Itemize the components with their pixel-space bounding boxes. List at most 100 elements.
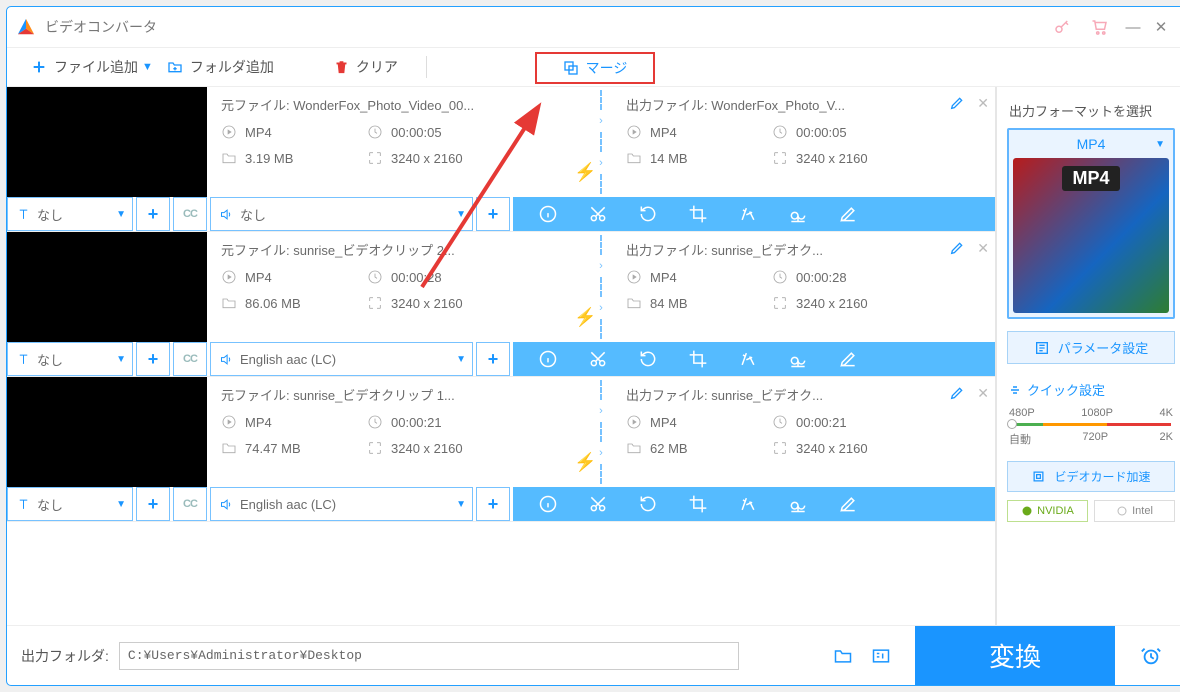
audio-select[interactable]: English aac (LC)▼ <box>210 487 473 521</box>
subtitle-select[interactable]: なし▼ <box>7 487 133 521</box>
source-size: 3.19 MB <box>221 150 341 166</box>
close-button[interactable]: ✕ <box>1147 18 1175 36</box>
bolt-icon: ⚡ <box>574 162 596 183</box>
format-thumbnail: MP4 <box>1013 158 1169 313</box>
info-tool[interactable] <box>537 348 559 370</box>
chevron-down-icon: ▼ <box>116 209 126 220</box>
edit-tool[interactable] <box>837 348 859 370</box>
add-subtitle-button[interactable]: + <box>136 487 170 521</box>
rotate-tool[interactable] <box>637 348 659 370</box>
clear-button[interactable]: クリア <box>324 53 408 81</box>
add-file-button[interactable]: ファイル追加 <box>21 53 148 81</box>
output-format: MP4 <box>626 269 746 285</box>
cc-button[interactable]: CC <box>173 342 207 376</box>
watermark-tool[interactable] <box>787 348 809 370</box>
output-settings-button[interactable] <box>867 642 895 670</box>
output-resolution: 3240 x 2160 <box>772 150 892 166</box>
source-file-label: 元ファイル: WonderFox_Photo_Video_00... <box>221 95 474 114</box>
cc-button[interactable]: CC <box>173 487 207 521</box>
quality-slider[interactable]: 480P 1080P 4K 自動 720P 2K <box>1007 407 1175 447</box>
source-file-label: 元ファイル: sunrise_ビデオクリップ 2... <box>221 240 455 259</box>
cart-icon[interactable] <box>1089 16 1111 38</box>
add-subtitle-button[interactable]: + <box>136 342 170 376</box>
effects-tool[interactable] <box>737 348 759 370</box>
rotate-tool[interactable] <box>637 203 659 225</box>
audio-select[interactable]: なし▼ <box>210 197 473 231</box>
add-audio-button[interactable]: + <box>476 342 510 376</box>
output-folder-input[interactable] <box>119 642 739 670</box>
video-thumbnail[interactable] <box>7 377 207 487</box>
intel-badge: Intel <box>1094 500 1175 522</box>
crop-tool[interactable] <box>687 348 709 370</box>
info-tool[interactable] <box>537 203 559 225</box>
output-duration: 00:00:28 <box>772 269 892 285</box>
source-resolution: 3240 x 2160 <box>367 150 487 166</box>
chevron-down-icon: ▼ <box>116 499 126 510</box>
add-folder-button[interactable]: フォルダ追加 <box>157 53 284 81</box>
output-size: 84 MB <box>626 295 746 311</box>
add-audio-button[interactable]: + <box>476 197 510 231</box>
add-subtitle-button[interactable]: + <box>136 197 170 231</box>
add-audio-button[interactable]: + <box>476 487 510 521</box>
chevron-down-icon: ▼ <box>1155 139 1165 150</box>
watermark-tool[interactable] <box>787 493 809 515</box>
chevron-down-icon: ▼ <box>456 499 466 510</box>
output-resolution: 3240 x 2160 <box>772 440 892 456</box>
output-folder-label: 出力フォルダ: <box>21 646 109 666</box>
chevron-down-icon: ▼ <box>456 354 466 365</box>
output-format-label: 出力フォーマットを選択 <box>1009 101 1175 120</box>
chevron-down-icon: ▼ <box>456 209 466 220</box>
source-format: MP4 <box>221 414 341 430</box>
cc-button[interactable]: CC <box>173 197 207 231</box>
minimize-button[interactable]: — <box>1119 19 1147 36</box>
alarm-button[interactable] <box>1131 645 1171 667</box>
quick-settings-label: クイック設定 <box>1009 380 1175 399</box>
info-tool[interactable] <box>537 493 559 515</box>
open-folder-button[interactable] <box>829 642 857 670</box>
subtitle-select[interactable]: なし▼ <box>7 342 133 376</box>
add-file-dropdown[interactable]: ▼ <box>142 61 153 73</box>
cut-tool[interactable] <box>587 493 609 515</box>
chevron-down-icon: ▼ <box>116 354 126 365</box>
output-file-label: 出力ファイル: WonderFox_Photo_V... <box>626 95 845 114</box>
output-resolution: 3240 x 2160 <box>772 295 892 311</box>
merge-button[interactable]: マージ <box>535 52 655 84</box>
crop-tool[interactable] <box>687 493 709 515</box>
effects-tool[interactable] <box>737 203 759 225</box>
source-resolution: 3240 x 2160 <box>367 440 487 456</box>
video-thumbnail[interactable] <box>7 87 207 197</box>
watermark-tool[interactable] <box>787 203 809 225</box>
window-title: ビデオコンバータ <box>45 17 157 37</box>
edit-tool[interactable] <box>837 203 859 225</box>
remove-item-button[interactable]: ✕ <box>977 240 989 257</box>
effects-tool[interactable] <box>737 493 759 515</box>
remove-item-button[interactable]: ✕ <box>977 95 989 112</box>
remove-item-button[interactable]: ✕ <box>977 385 989 402</box>
audio-select[interactable]: English aac (LC)▼ <box>210 342 473 376</box>
crop-tool[interactable] <box>687 203 709 225</box>
key-icon[interactable] <box>1051 16 1073 38</box>
source-duration: 00:00:05 <box>367 124 487 140</box>
cut-tool[interactable] <box>587 203 609 225</box>
file-item: 元ファイル: sunrise_ビデオクリップ 2... MP4 00:00:28… <box>7 232 995 377</box>
edit-output-button[interactable] <box>949 95 965 114</box>
edit-output-button[interactable] <box>949 240 965 259</box>
output-duration: 00:00:05 <box>772 124 892 140</box>
nvidia-badge: NVIDIA <box>1007 500 1088 522</box>
output-duration: 00:00:21 <box>772 414 892 430</box>
source-duration: 00:00:28 <box>367 269 487 285</box>
gpu-accel-button[interactable]: ビデオカード加速 <box>1007 461 1175 492</box>
video-thumbnail[interactable] <box>7 232 207 342</box>
parameter-settings-button[interactable]: パラメータ設定 <box>1007 331 1175 364</box>
app-logo <box>17 18 35 36</box>
file-list: 元ファイル: WonderFox_Photo_Video_00... MP4 0… <box>7 87 995 625</box>
rotate-tool[interactable] <box>637 493 659 515</box>
format-card[interactable]: MP4▼ MP4 <box>1007 128 1175 319</box>
edit-tool[interactable] <box>837 493 859 515</box>
convert-button[interactable]: 変換 <box>915 626 1115 686</box>
subtitle-select[interactable]: なし▼ <box>7 197 133 231</box>
output-file-label: 出力ファイル: sunrise_ビデオク... <box>626 385 823 404</box>
edit-output-button[interactable] <box>949 385 965 404</box>
file-item: 元ファイル: WonderFox_Photo_Video_00... MP4 0… <box>7 87 995 232</box>
cut-tool[interactable] <box>587 348 609 370</box>
